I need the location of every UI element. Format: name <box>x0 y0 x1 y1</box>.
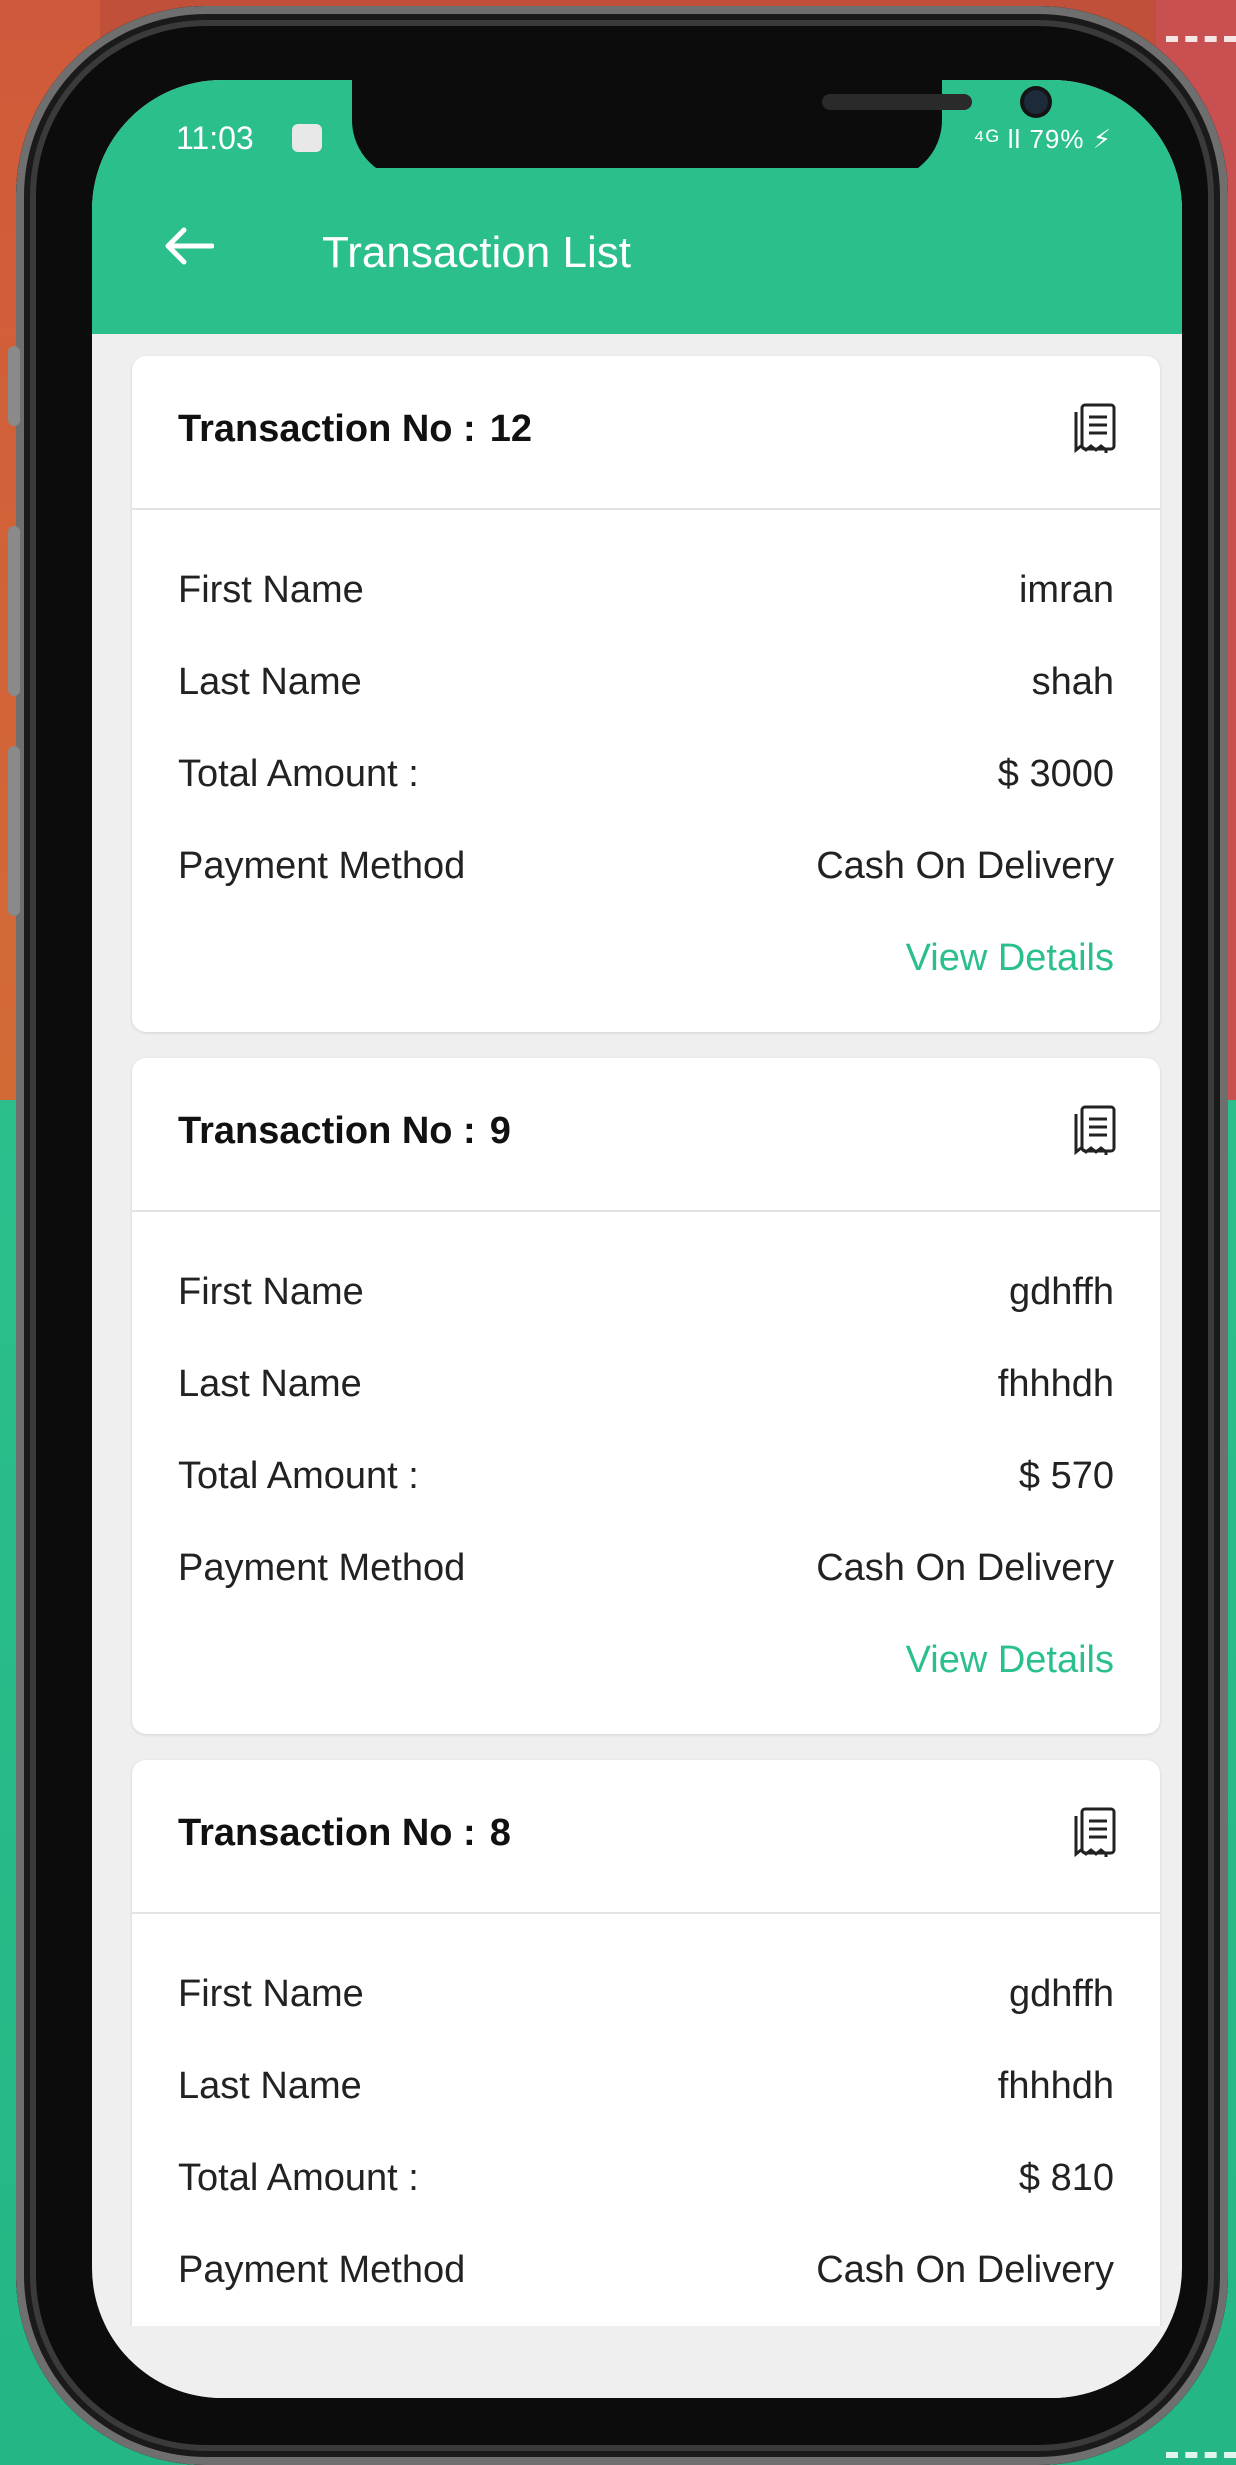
receipt-icon[interactable] <box>1072 402 1118 456</box>
transaction-number-label: Transaction No : <box>178 1812 476 1854</box>
receipt-icon[interactable] <box>1072 1104 1118 1158</box>
first-name-label: First Name <box>178 568 364 611</box>
total-amount-label: Total Amount : <box>178 1454 419 1497</box>
payment-method-label: Payment Method <box>178 844 466 887</box>
card-header: Transaction No : 8 <box>132 1760 1160 1914</box>
view-details-link[interactable]: View Details <box>178 912 1114 1004</box>
card-header: Transaction No : 12 <box>132 356 1160 510</box>
transaction-number-title: Transaction No : 12 <box>178 408 532 451</box>
payment-method-label: Payment Method <box>178 2248 466 2291</box>
total-amount-row: Total Amount : $ 3000 <box>178 728 1114 820</box>
transaction-number: 9 <box>489 1110 511 1152</box>
arrow-left-icon[interactable] <box>164 226 214 266</box>
first-name-label: First Name <box>178 1270 364 1313</box>
view-details-link[interactable]: View Details <box>178 1614 1114 1706</box>
first-name-label: First Name <box>178 1972 364 2015</box>
first-name-value: gdhffh <box>1009 1270 1114 1313</box>
card-header: Transaction No : 9 <box>132 1058 1160 1212</box>
payment-method-value: Cash On Delivery <box>816 2248 1114 2291</box>
decorative-dash-bottom <box>1166 2452 1236 2458</box>
page-title: Transaction List <box>322 228 631 277</box>
last-name-label: Last Name <box>178 660 362 703</box>
display-notch <box>352 80 1048 180</box>
first-name-row: First Name gdhffh <box>178 1948 1114 2040</box>
total-amount-label: Total Amount : <box>178 2156 419 2199</box>
card-body: First Name gdhffh Last Name fhhhdh Total… <box>132 1212 1160 1734</box>
system-navigation-bar <box>92 2326 1182 2398</box>
first-name-value: imran <box>1018 568 1114 611</box>
transaction-number-label: Transaction No : <box>178 408 476 450</box>
last-name-row: Last Name shah <box>178 636 1114 728</box>
last-name-row: Last Name fhhhdh <box>178 1338 1114 1430</box>
total-amount-value: $ 570 <box>1018 1454 1114 1497</box>
payment-method-label: Payment Method <box>178 1546 466 1589</box>
total-amount-row: Total Amount : $ 810 <box>178 2132 1114 2224</box>
total-amount-value: $ 3000 <box>997 752 1114 795</box>
transaction-card: Transaction No : 8 First Name gdhffh Last… <box>132 1760 1160 2344</box>
transaction-card: Transaction No : 9 First Name gdhffh Last… <box>132 1058 1160 1734</box>
earpiece-speaker <box>822 94 972 110</box>
transaction-number: 12 <box>489 408 532 450</box>
payment-method-value: Cash On Delivery <box>816 844 1114 887</box>
total-amount-row: Total Amount : $ 570 <box>178 1430 1114 1522</box>
status-time: 11:03 <box>176 120 254 156</box>
payment-method-value: Cash On Delivery <box>816 1546 1114 1589</box>
phone-side-button <box>8 346 20 426</box>
transaction-number: 8 <box>489 1812 511 1854</box>
first-name-row: First Name imran <box>178 544 1114 636</box>
decorative-dash-top <box>1166 36 1236 42</box>
last-name-value: fhhhdh <box>997 1362 1114 1405</box>
total-amount-label: Total Amount : <box>178 752 419 795</box>
transaction-number-title: Transaction No : 8 <box>178 1812 511 1855</box>
last-name-value: fhhhdh <box>997 2064 1114 2107</box>
phone-frame: 11:03 ⁴ᴳ ll 79% ⚡ Transaction List Trans… <box>8 6 1228 2465</box>
app-bar: Transaction List <box>92 168 1182 334</box>
front-camera <box>1024 90 1048 114</box>
transaction-number-label: Transaction No : <box>178 1110 476 1152</box>
last-name-value: shah <box>1031 660 1114 703</box>
transaction-number-title: Transaction No : 9 <box>178 1110 511 1153</box>
first-name-row: First Name gdhffh <box>178 1246 1114 1338</box>
payment-method-row: Payment Method Cash On Delivery <box>178 1522 1114 1614</box>
first-name-value: gdhffh <box>1009 1972 1114 2015</box>
phone-volume-down-button <box>8 746 20 916</box>
card-body: First Name gdhffh Last Name fhhhdh Total… <box>132 1914 1160 2344</box>
transaction-list: Transaction No : 12 First Name imran Last… <box>132 356 1160 2370</box>
total-amount-value: $ 810 <box>1018 2156 1114 2199</box>
last-name-label: Last Name <box>178 1362 362 1405</box>
receipt-icon[interactable] <box>1072 1806 1118 1860</box>
payment-method-row: Payment Method Cash On Delivery <box>178 820 1114 912</box>
last-name-row: Last Name fhhhdh <box>178 2040 1114 2132</box>
phone-volume-up-button <box>8 526 20 696</box>
phone-screen: 11:03 ⁴ᴳ ll 79% ⚡ Transaction List Trans… <box>92 80 1182 2398</box>
payment-method-row: Payment Method Cash On Delivery <box>178 2224 1114 2316</box>
call-app-icon <box>292 124 322 152</box>
last-name-label: Last Name <box>178 2064 362 2107</box>
status-indicators: ⁴ᴳ ll 79% ⚡ <box>973 124 1112 154</box>
transaction-card: Transaction No : 12 First Name imran Last… <box>132 356 1160 1032</box>
card-body: First Name imran Last Name shah Total Am… <box>132 510 1160 1032</box>
